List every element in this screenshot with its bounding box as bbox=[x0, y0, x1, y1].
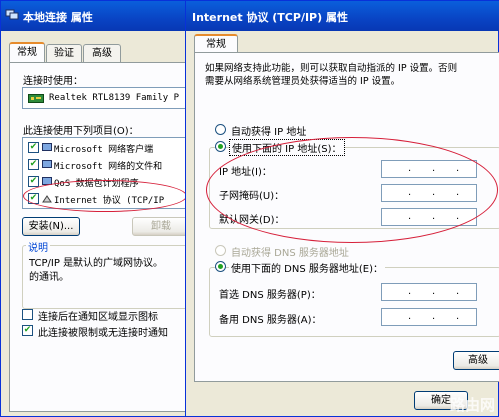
network-adapter-icon bbox=[28, 94, 44, 103]
item-checkbox[interactable]: ✔ bbox=[28, 176, 39, 187]
alternate-dns-input[interactable]: ... bbox=[381, 308, 477, 326]
adapter-name: Realtek RTL8139 Family P bbox=[49, 93, 180, 103]
adapter-field: Realtek RTL8139 Family P bbox=[22, 87, 194, 109]
alternate-dns-label: 备用 DNS 服务器(A)： bbox=[219, 315, 322, 326]
description-title: 说明 bbox=[26, 239, 50, 254]
subnet-mask-input[interactable]: ... bbox=[381, 184, 477, 202]
dns-settings-group bbox=[209, 267, 499, 337]
tab-general[interactable]: 常规 bbox=[194, 34, 238, 54]
notify-checkbox[interactable]: ✔ bbox=[22, 325, 33, 336]
tab-advanced[interactable]: 高级 bbox=[83, 44, 121, 62]
title-bar[interactable]: Internet 协议 (TCP/IP) 属性 bbox=[186, 1, 499, 31]
qos-icon bbox=[42, 177, 52, 185]
gateway-label: 默认网关(D)： bbox=[219, 215, 285, 226]
items-label: 此连接使用下列项目(O)： bbox=[23, 126, 139, 137]
network-connection-icon bbox=[5, 9, 19, 20]
intro-line-1: 如果网络支持此功能，则可以获取自动指派的 IP 设置。否则 bbox=[205, 63, 458, 74]
local-connection-properties-window: 本地连接 属性 常规 验证 高级 连接时使用： Realtek RTL8139 … bbox=[0, 0, 197, 417]
tab-authentication[interactable]: 验证 bbox=[46, 44, 82, 62]
general-panel: 如果网络支持此功能，则可以获取自动指派的 IP 设置。否则 需要从网络系统管理员… bbox=[194, 52, 499, 382]
manual-ip-label[interactable]: 使用下面的 IP 地址(S)： bbox=[229, 139, 345, 156]
tab-general[interactable]: 常规 bbox=[9, 42, 45, 62]
subnet-mask-label: 子网掩码(U)： bbox=[219, 191, 285, 202]
manual-ip-radio[interactable] bbox=[215, 141, 226, 152]
show-icon-checkbox[interactable] bbox=[22, 309, 33, 320]
auto-dns-radio[interactable] bbox=[215, 245, 226, 256]
gateway-input[interactable]: ... bbox=[381, 208, 477, 226]
install-button[interactable]: 安装(N)... bbox=[22, 217, 80, 236]
preferred-dns-label: 首选 DNS 服务器(P)： bbox=[219, 290, 321, 301]
list-item[interactable]: ✔ QoS 数据包计划程序 bbox=[23, 175, 193, 189]
tcpip-properties-window: Internet 协议 (TCP/IP) 属性 常规 如果网络支持此功能，则可以… bbox=[185, 0, 499, 417]
item-label: QoS 数据包计划程序 bbox=[54, 179, 139, 189]
intro-line-2: 需要从网络系统管理员处获得适当的 IP 设置。 bbox=[205, 76, 401, 87]
watermark: 路由网 bbox=[449, 396, 495, 414]
item-checkbox[interactable]: ✔ bbox=[28, 193, 39, 204]
item-label: Microsoft 网络的文件和 bbox=[54, 162, 163, 172]
protocol-icon bbox=[42, 195, 52, 203]
item-checkbox[interactable]: ✔ bbox=[28, 159, 39, 170]
general-panel: 连接时使用： Realtek RTL8139 Family P 此连接使用下列项… bbox=[9, 62, 194, 412]
show-icon-label: 连接后在通知区域显示图标 bbox=[38, 312, 158, 323]
auto-dns-label[interactable]: 自动获得 DNS 服务器地址 bbox=[231, 244, 349, 259]
auto-ip-label[interactable]: 自动获得 IP 地址 bbox=[231, 123, 306, 138]
advanced-button[interactable]: 高级 bbox=[453, 351, 499, 370]
connect-using-label: 连接时使用： bbox=[23, 76, 83, 87]
manual-dns-radio[interactable] bbox=[215, 261, 226, 272]
list-item[interactable]: ✔ Microsoft 网络的文件和 bbox=[23, 158, 193, 172]
show-icon-option[interactable]: 连接后在通知区域显示图标 bbox=[22, 308, 192, 323]
item-checkbox[interactable]: ✔ bbox=[28, 142, 39, 153]
window-title: 本地连接 属性 bbox=[23, 11, 93, 24]
file-sharing-icon bbox=[42, 160, 52, 168]
preferred-dns-input[interactable]: ... bbox=[381, 283, 477, 301]
components-list: ✔ Microsoft 网络客户端 ✔ Microsoft 网络的文件和 ✔ Q… bbox=[22, 137, 194, 209]
notify-option[interactable]: ✔ 此连接被限制或无连接时通知 bbox=[22, 324, 192, 339]
description-text: TCP/IP 是默认的广域网协议。 的通讯。 bbox=[29, 258, 164, 283]
list-item[interactable]: ✔ Microsoft 网络客户端 bbox=[23, 141, 193, 155]
item-label: Internet 协议 (TCP/IP bbox=[54, 196, 165, 206]
ip-address-input[interactable]: ... bbox=[381, 160, 477, 178]
manual-dns-label[interactable]: 使用下面的 DNS 服务器地址(E)： bbox=[229, 260, 386, 275]
auto-ip-radio[interactable] bbox=[215, 124, 226, 135]
uninstall-button[interactable]: 卸载 bbox=[132, 217, 190, 236]
window-title: Internet 协议 (TCP/IP) 属性 bbox=[192, 11, 348, 24]
notify-label: 此连接被限制或无连接时通知 bbox=[38, 328, 168, 339]
client-icon bbox=[42, 143, 52, 151]
ip-address-label: IP 地址(I)： bbox=[219, 167, 272, 178]
list-item[interactable]: ✔ Internet 协议 (TCP/IP bbox=[23, 192, 193, 206]
title-bar[interactable]: 本地连接 属性 bbox=[1, 1, 197, 31]
item-label: Microsoft 网络客户端 bbox=[54, 145, 154, 155]
